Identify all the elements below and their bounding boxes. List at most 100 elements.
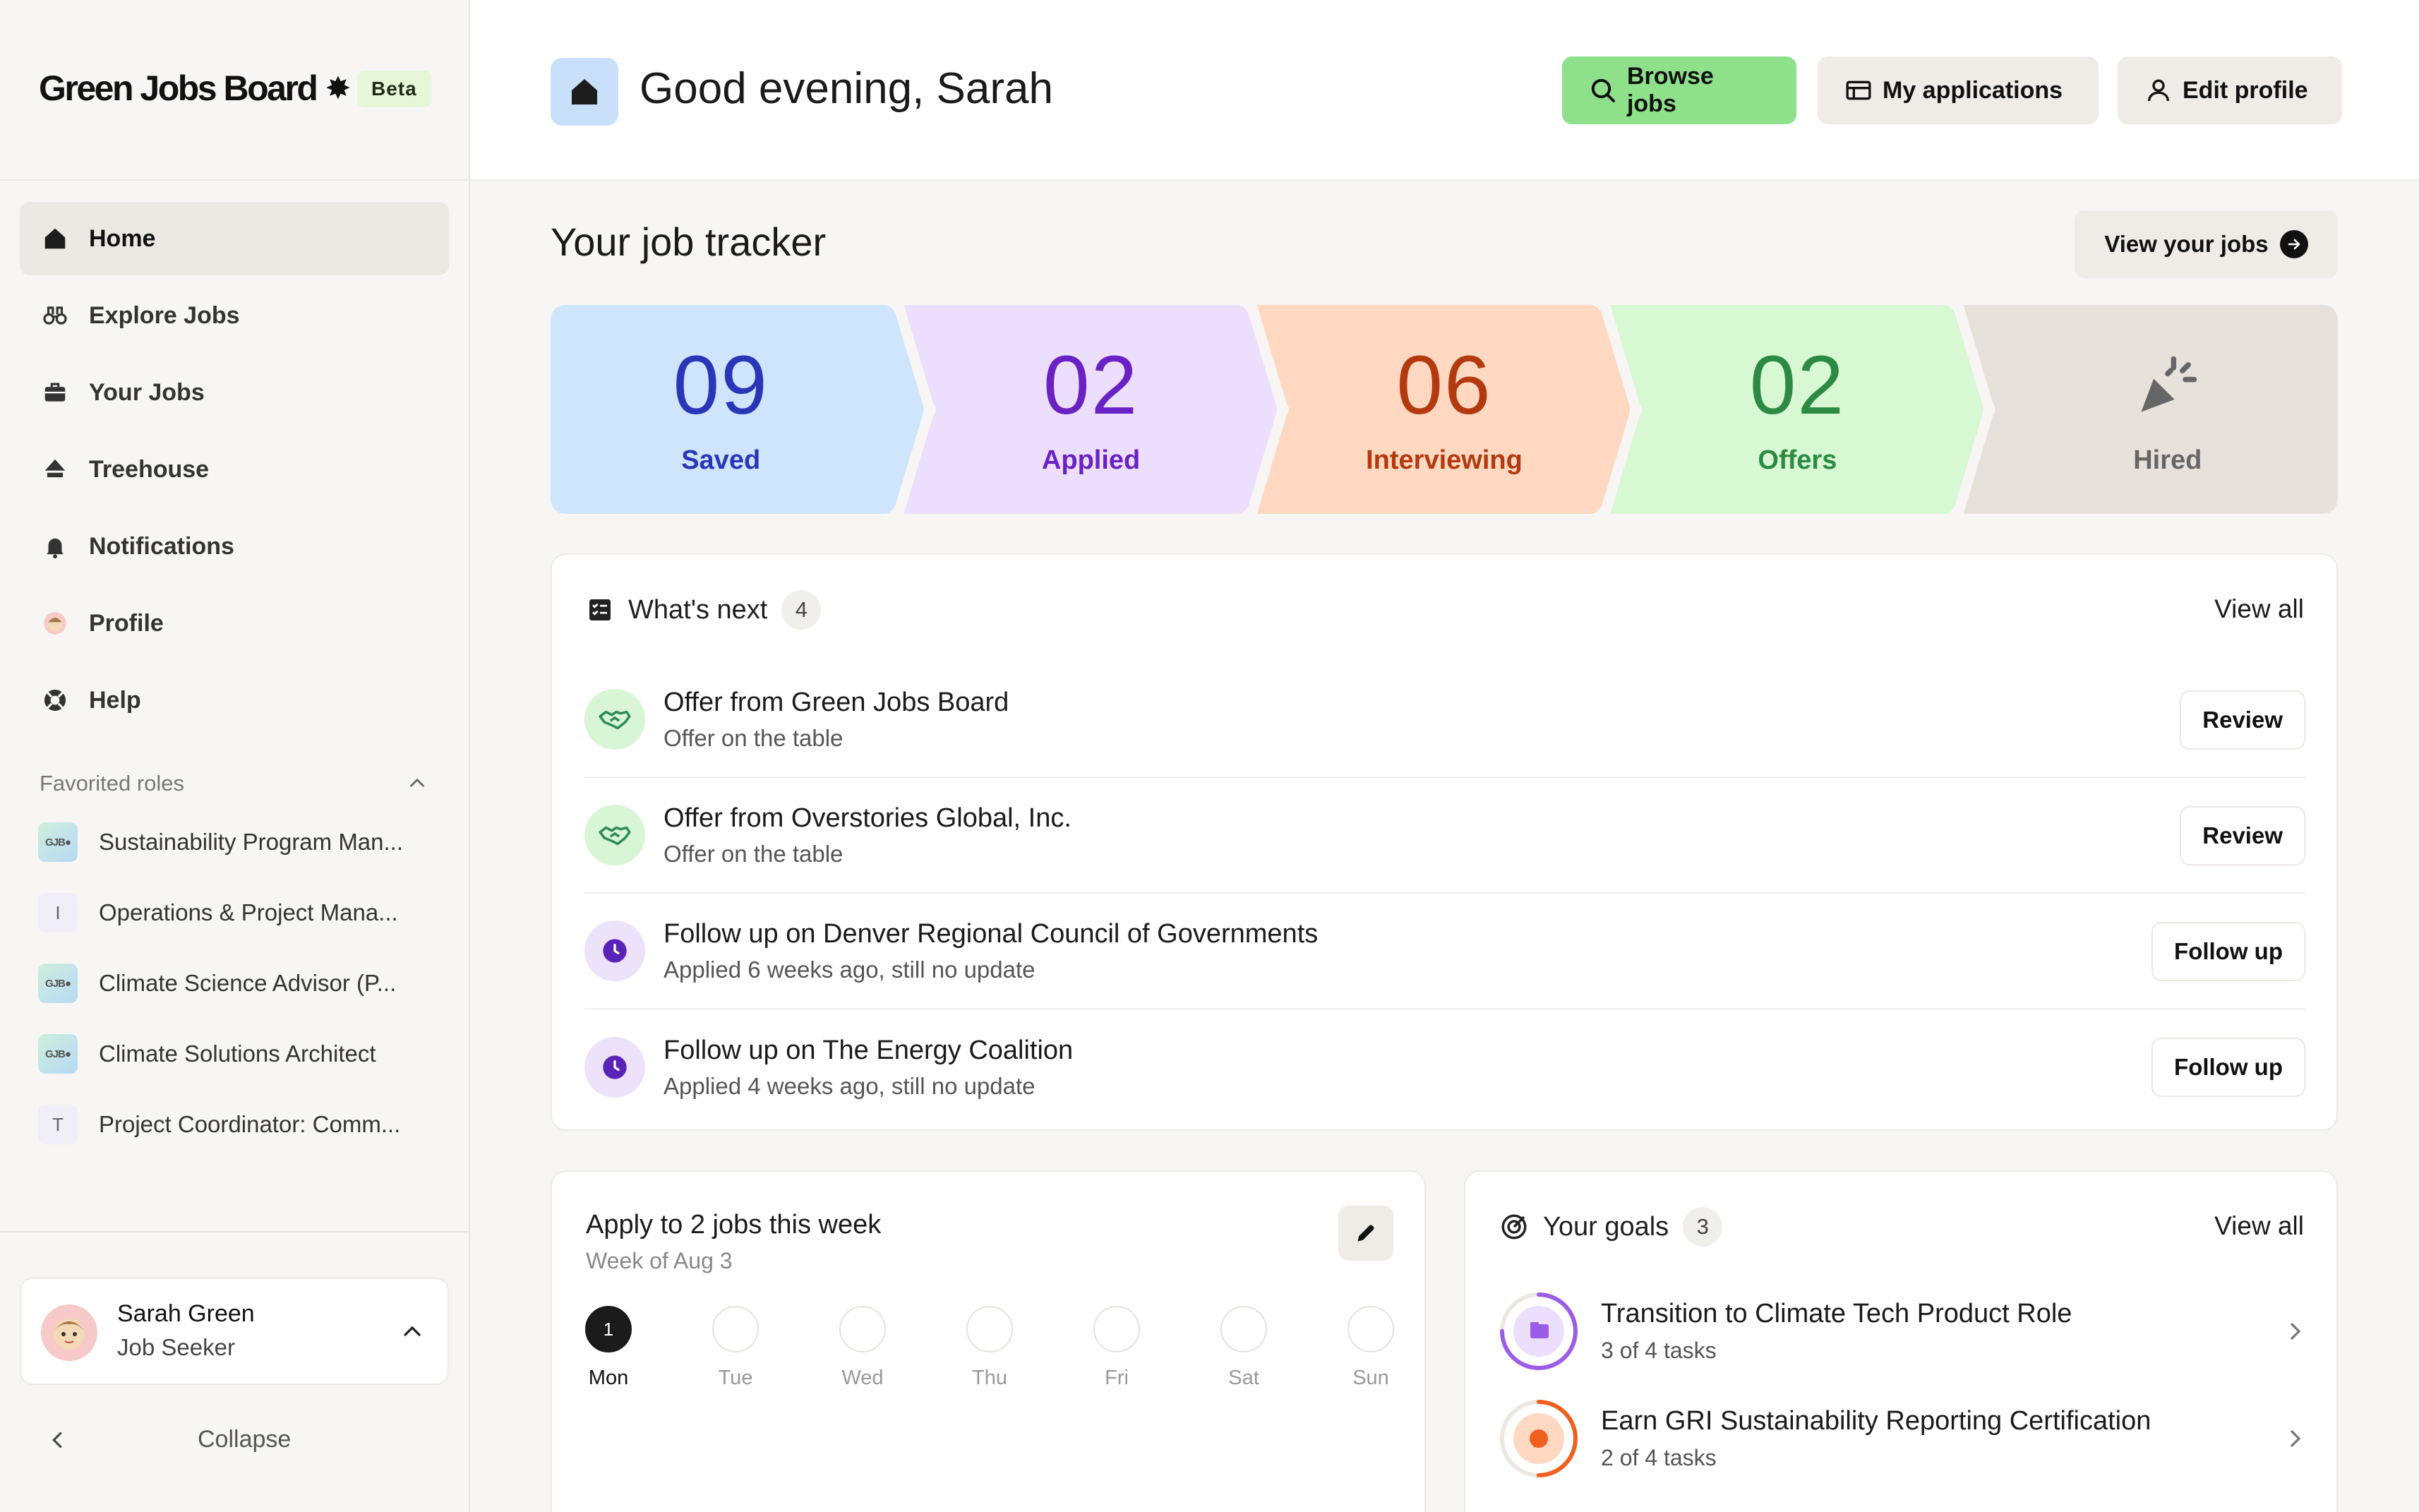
stage-count: 06	[1396, 338, 1492, 432]
goal-progress-text: 3 of 4 tasks	[1601, 1338, 1717, 1363]
sidebar-footer: Sarah Green Job Seeker Collapse	[0, 1231, 469, 1512]
task-title: Offer from Overstories Global, Inc.	[664, 803, 1072, 833]
task-title: Follow up on Denver Regional Council of …	[664, 918, 1319, 949]
favorited-roles-list: GJB● Sustainability Program Man... I Operat…	[38, 807, 433, 1160]
sidebar-item-notifications[interactable]: Notifications	[20, 510, 449, 583]
company-logo: T	[38, 1105, 78, 1144]
task-row: Follow up on The Energy Coalition Applied…	[584, 1009, 2305, 1125]
sidebar: Green Jobs Board ✸ Beta Home Explore Jobs…	[0, 0, 470, 1512]
user-menu[interactable]: Sarah Green Job Seeker	[20, 1278, 449, 1385]
collapse-label: Collapse	[198, 1426, 292, 1453]
goals-view-all-link[interactable]: View all	[2214, 1211, 2304, 1241]
page-greeting: Good evening, Sarah	[640, 64, 1053, 113]
company-logo: GJB●	[38, 1034, 78, 1074]
favorited-role-label: Climate Solutions Architect	[99, 1040, 376, 1067]
sidebar-item-treehouse[interactable]: Treehouse	[20, 433, 449, 506]
favorited-role-label: Project Coordinator: Comm...	[99, 1111, 401, 1137]
weekly-goal-week: Week of Aug 3	[586, 1248, 733, 1273]
weekday-sat: Sat	[1215, 1306, 1272, 1390]
review-button[interactable]: Review	[2180, 806, 2305, 865]
favorited-role-item[interactable]: GJB● Climate Science Advisor (P...	[38, 948, 433, 1019]
stage-applied[interactable]: 02 Applied	[937, 305, 1244, 514]
follow-up-button[interactable]: Follow up	[2151, 1038, 2305, 1097]
whats-next-view-all-link[interactable]: View all	[2214, 594, 2304, 624]
sidebar-nav: Home Explore Jobs Your Jobs Treehouse Notifi…	[20, 202, 449, 740]
goal-progress-text: 2 of 4 tasks	[1601, 1445, 1717, 1470]
search-icon	[1591, 78, 1615, 102]
target-icon	[1501, 1214, 1527, 1240]
chevron-up-icon	[410, 778, 424, 787]
review-button[interactable]: Review	[2180, 690, 2305, 750]
goal-row[interactable]: Transition to Climate Tech Product Role 3…	[1498, 1278, 2310, 1385]
beta-badge: Beta	[357, 71, 431, 107]
sidebar-item-explore-jobs[interactable]: Explore Jobs	[20, 279, 449, 352]
briefcase-icon	[41, 378, 69, 407]
task-row: Offer from Overstories Global, Inc. Offer…	[584, 778, 2305, 894]
sidebar-item-your-jobs[interactable]: Your Jobs	[20, 356, 449, 429]
favorited-role-item[interactable]: GJB● Climate Solutions Architect	[38, 1019, 433, 1089]
user-role: Job Seeker	[117, 1334, 235, 1360]
view-your-jobs-button[interactable]: View your jobs	[2075, 210, 2338, 278]
weekday-fri: Fri	[1088, 1306, 1145, 1390]
brand-star-icon: ✸	[325, 71, 351, 106]
favorited-role-label: Climate Science Advisor (P...	[99, 970, 397, 996]
browse-jobs-button[interactable]: Browse jobs	[1562, 56, 1796, 124]
sidebar-item-label: Profile	[89, 609, 164, 637]
goal-row[interactable]: Earn GRI Sustainability Reporting Certif…	[1498, 1385, 2310, 1492]
task-subtitle: Applied 6 weeks ago, still no update	[664, 956, 1036, 983]
whats-next-list: Offer from Green Jobs Board Offer on the …	[584, 662, 2305, 1125]
brand-logo[interactable]: Green Jobs Board ✸	[39, 68, 351, 109]
day-marker: 1	[585, 1306, 632, 1352]
edit-goal-button[interactable]	[1338, 1206, 1393, 1261]
task-title: Follow up on The Energy Coalition	[664, 1035, 1074, 1065]
sidebar-item-label: Home	[89, 224, 156, 252]
sidebar-item-label: Notifications	[89, 532, 234, 560]
bell-icon	[41, 532, 69, 560]
browse-jobs-label: Browse jobs	[1626, 63, 1714, 117]
stage-interviewing[interactable]: 06 Interviewing	[1291, 305, 1597, 514]
goal-text: Transition to Climate Tech Product Role 3…	[1601, 1299, 2072, 1364]
day-label: Sun	[1352, 1367, 1389, 1389]
stage-offers[interactable]: 02 Offers	[1644, 305, 1950, 514]
weekly-goal-card: Apply to 2 jobs this week Week of Aug 3 …	[551, 1170, 1426, 1512]
favorited-role-item[interactable]: I Operations & Project Mana...	[38, 877, 433, 948]
stage-hired[interactable]: Hired	[1998, 305, 2338, 514]
treehouse-icon	[41, 455, 69, 484]
sidebar-item-label: Help	[89, 686, 141, 714]
stage-label: Offers	[1758, 445, 1837, 475]
table-icon	[1846, 80, 1871, 100]
task-subtitle: Offer on the table	[664, 840, 844, 867]
sidebar-item-profile[interactable]: Profile	[20, 587, 449, 660]
brand-name: Green Jobs Board	[39, 68, 318, 108]
follow-up-button[interactable]: Follow up	[2151, 922, 2305, 981]
avatar-icon	[41, 609, 69, 637]
edit-profile-button[interactable]: Edit profile	[2118, 56, 2342, 124]
task-title: Offer from Green Jobs Board	[664, 687, 1009, 717]
company-logo: I	[38, 893, 78, 932]
day-marker	[966, 1306, 1013, 1352]
collapse-button[interactable]: Collapse	[44, 1426, 425, 1453]
day-marker	[1220, 1306, 1267, 1352]
day-label: Tue	[718, 1367, 753, 1389]
goal-text: Earn GRI Sustainability Reporting Certif…	[1601, 1406, 2151, 1471]
your-goals-count: 3	[1683, 1207, 1723, 1247]
my-applications-button[interactable]: My applications	[1818, 56, 2099, 124]
day-label: Fri	[1105, 1367, 1129, 1389]
user-name: Sarah Green	[117, 1300, 255, 1327]
chevron-left-icon	[52, 1432, 62, 1448]
favorited-role-label: Operations & Project Mana...	[99, 899, 398, 925]
day-label: Wed	[841, 1367, 884, 1389]
favorited-roles-heading: Favorited roles	[40, 771, 185, 796]
day-marker	[1093, 1306, 1140, 1352]
stage-saved[interactable]: 09 Saved	[551, 305, 891, 514]
sidebar-item-help[interactable]: Help	[20, 664, 449, 737]
favorited-role-item[interactable]: GJB● Sustainability Program Man...	[38, 807, 433, 877]
my-applications-label: My applications	[1883, 76, 2063, 104]
brand-row: Green Jobs Board ✸ Beta	[0, 0, 469, 181]
sidebar-item-home[interactable]: Home	[20, 202, 449, 275]
chevron-right-icon	[2291, 1430, 2301, 1447]
favorited-role-item[interactable]: T Project Coordinator: Comm...	[38, 1089, 433, 1160]
favorited-roles-header[interactable]: Favorited roles	[40, 771, 429, 796]
goal-title: Transition to Climate Tech Product Role	[1601, 1299, 2072, 1328]
user-icon	[2148, 79, 2169, 102]
